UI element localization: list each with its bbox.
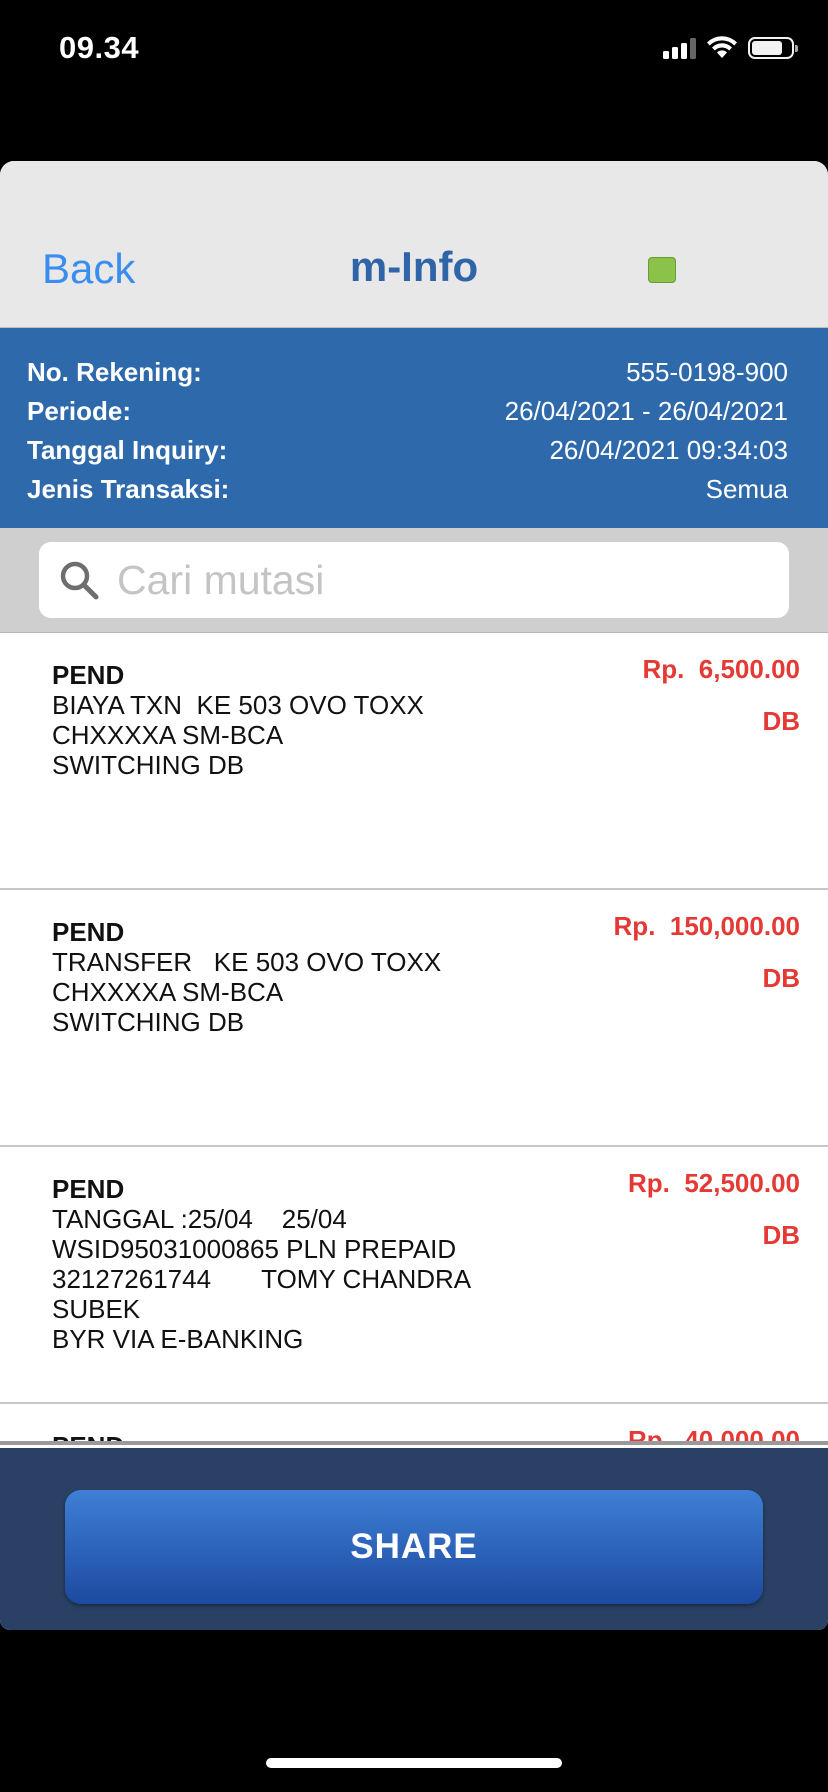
transaction-description: TANGGAL :25/04 25/04 WSID95031000865 PLN…: [52, 1204, 472, 1354]
account-info-panel: No. Rekening: 555-0198-900 Periode: 26/0…: [0, 328, 828, 528]
search-box[interactable]: [39, 542, 789, 618]
transaction-description: BIAYA TXN KE 503 OVO TOXX CHXXXXA SM-BCA…: [52, 690, 424, 780]
transaction-item[interactable]: PEND Rp. 40,000.00 DB: [0, 1404, 828, 1445]
wifi-icon: [707, 36, 737, 58]
home-indicator[interactable]: [266, 1758, 562, 1768]
info-value: 555-0198-900: [626, 357, 788, 387]
transaction-type: DB: [762, 706, 800, 736]
navigation-bar: Back m-Info: [0, 161, 828, 328]
info-row-period: Periode: 26/04/2021 - 26/04/2021: [27, 392, 788, 431]
app-window: Back m-Info No. Rekening: 555-0198-900 P…: [0, 161, 828, 1630]
transaction-type: DB: [762, 963, 800, 993]
status-icons: [663, 36, 798, 60]
list-divider: [0, 1441, 828, 1445]
transaction-list[interactable]: PEND BIAYA TXN KE 503 OVO TOXX CHXXXXA S…: [0, 633, 828, 1445]
info-value: Semua: [705, 474, 788, 504]
info-row-account: No. Rekening: 555-0198-900: [27, 353, 788, 392]
transaction-status: PEND: [52, 1174, 125, 1204]
status-bar: 09.34: [0, 0, 828, 100]
status-indicator: [648, 257, 676, 283]
transaction-description: TRANSFER KE 503 OVO TOXX CHXXXXA SM-BCA …: [52, 947, 442, 1037]
footer-bar: SHARE: [0, 1448, 828, 1630]
transaction-item[interactable]: PEND TANGGAL :25/04 25/04 WSID9503100086…: [0, 1147, 828, 1404]
search-input[interactable]: [115, 555, 789, 605]
transaction-amount: Rp. 52,500.00: [628, 1168, 800, 1198]
transaction-amount: Rp. 6,500.00: [642, 654, 800, 684]
transaction-type: DB: [762, 1220, 800, 1250]
info-label: No. Rekening:: [27, 357, 202, 387]
cellular-signal-icon: [663, 37, 696, 59]
info-value: 26/04/2021 - 26/04/2021: [504, 396, 788, 426]
search-icon: [60, 561, 99, 600]
transaction-status: PEND: [52, 660, 125, 690]
search-bar: [0, 528, 828, 633]
transaction-item[interactable]: PEND TRANSFER KE 503 OVO TOXX CHXXXXA SM…: [0, 890, 828, 1147]
info-label: Jenis Transaksi:: [27, 474, 230, 504]
info-label: Tanggal Inquiry:: [27, 435, 228, 465]
transaction-status: PEND: [52, 917, 125, 947]
status-time: 09.34: [59, 30, 140, 65]
page-title: m-Info: [349, 243, 479, 290]
battery-icon: [748, 37, 798, 59]
info-value: 26/04/2021 09:34:03: [549, 435, 788, 465]
info-label: Periode:: [27, 396, 132, 426]
transaction-amount: Rp. 150,000.00: [613, 911, 800, 941]
share-button[interactable]: SHARE: [65, 1490, 763, 1604]
info-row-inquiry-date: Tanggal Inquiry: 26/04/2021 09:34:03: [27, 431, 788, 470]
transaction-item[interactable]: PEND BIAYA TXN KE 503 OVO TOXX CHXXXXA S…: [0, 633, 828, 890]
info-row-transaction-type: Jenis Transaksi: Semua: [27, 470, 788, 509]
